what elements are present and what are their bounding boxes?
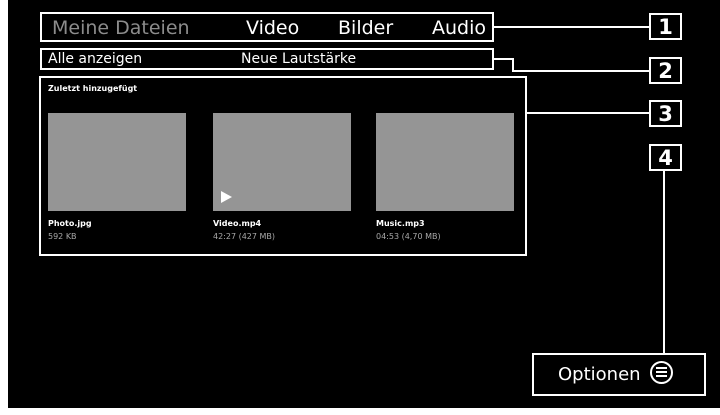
callout-2: 2	[649, 57, 682, 84]
options-button[interactable]: Optionen	[532, 353, 706, 396]
annotation-box-tabs	[40, 12, 494, 42]
options-label: Optionen	[558, 364, 641, 385]
menu-icon-line	[656, 367, 667, 369]
leader-line-2	[512, 70, 649, 72]
annotation-box-subbar	[40, 48, 494, 70]
callout-4: 4	[649, 144, 682, 171]
leader-line-4	[663, 169, 665, 353]
leader-line-3	[527, 112, 649, 114]
menu-icon-line	[656, 371, 667, 373]
menu-icon-line	[656, 375, 667, 377]
leader-line-2	[494, 58, 514, 60]
leader-line-1	[494, 26, 649, 28]
callout-1: 1	[649, 13, 682, 40]
annotation-box-recent	[39, 76, 527, 256]
menu-icon	[650, 361, 673, 384]
callout-3: 3	[649, 100, 682, 127]
